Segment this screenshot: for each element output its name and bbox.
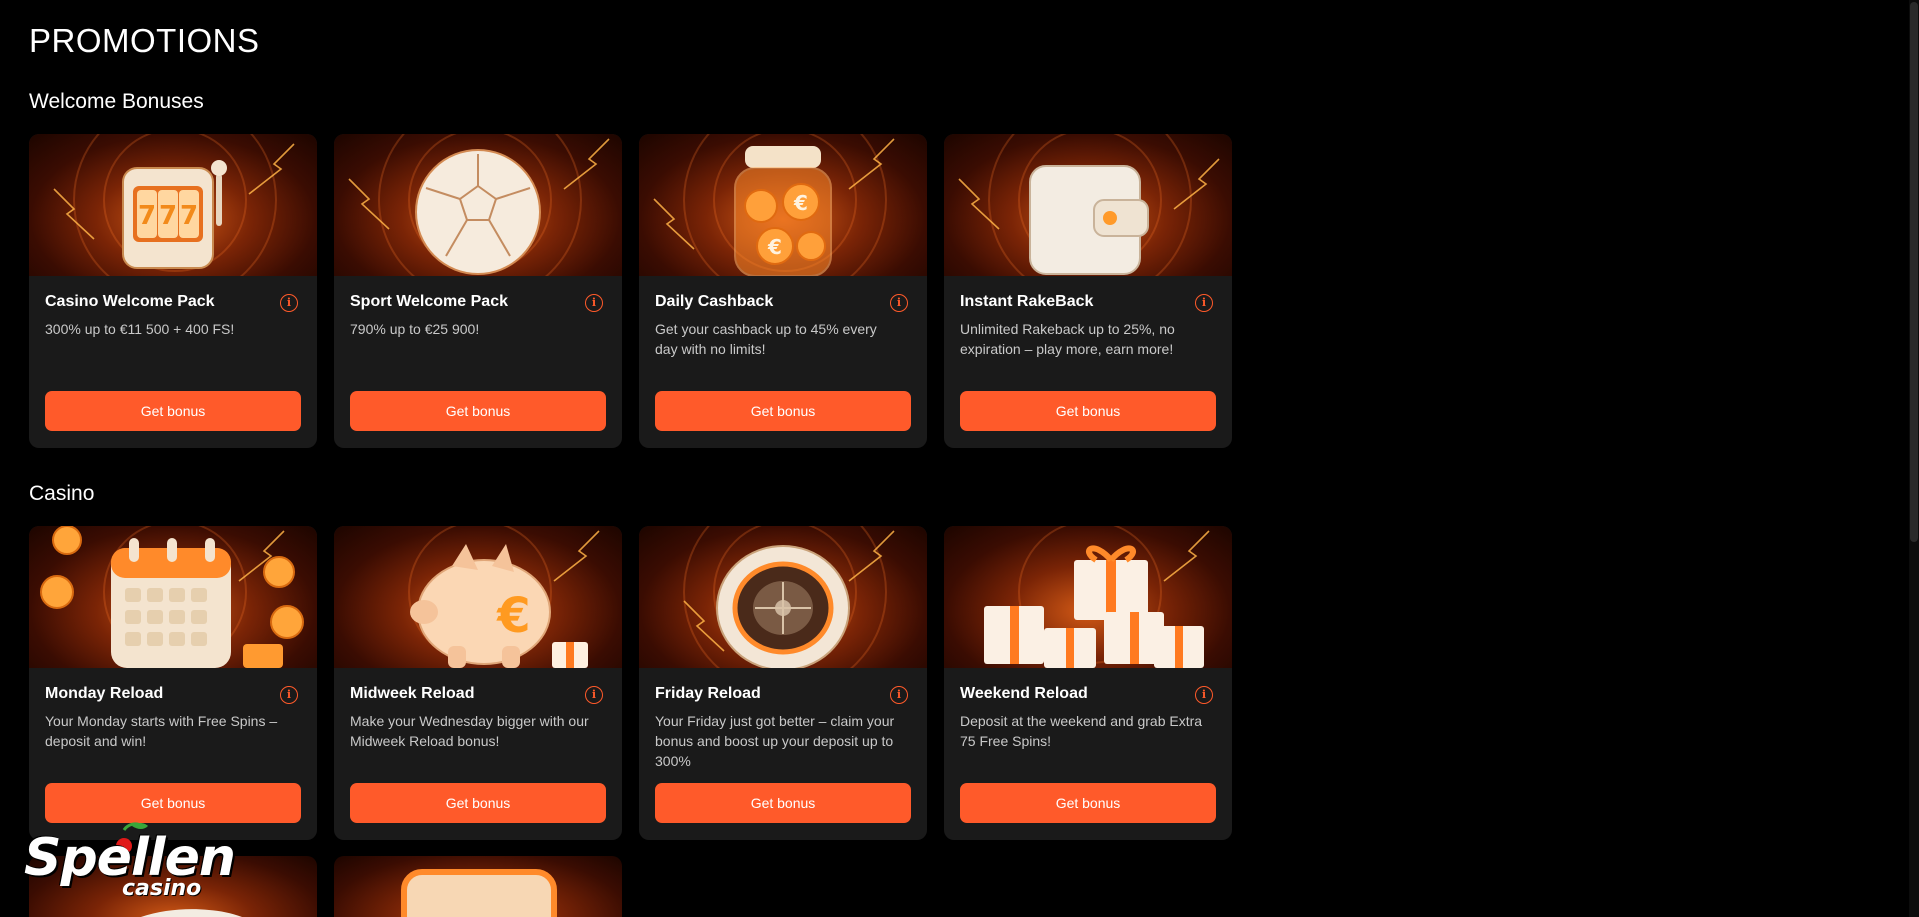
card-title: Friday Reload bbox=[655, 685, 761, 702]
svg-text:€: € bbox=[496, 588, 530, 644]
card-body: Monday Reload i Your Monday starts with … bbox=[29, 668, 317, 840]
piggy-bank-image: € bbox=[334, 526, 622, 668]
info-icon[interactable]: i bbox=[1195, 686, 1213, 704]
section-title-welcome-bonuses: Welcome Bonuses bbox=[29, 90, 204, 113]
card-description: Your Friday just got better – claim your… bbox=[655, 713, 895, 769]
roulette-wheel-image bbox=[639, 526, 927, 668]
calendar-coins-image bbox=[29, 526, 317, 668]
get-bonus-button[interactable]: Get bonus bbox=[655, 391, 911, 431]
promo-card: Friday Reload i Your Friday just got bet… bbox=[639, 526, 927, 840]
coin-jar-image: € € bbox=[639, 134, 927, 276]
gift-boxes-image bbox=[944, 526, 1232, 668]
scrollbar-thumb[interactable] bbox=[1910, 2, 1918, 542]
card-description: Your Monday starts with Free Spins – dep… bbox=[45, 713, 278, 749]
promo-card: € Midweek Reload i Make your Wednesday b… bbox=[334, 526, 622, 840]
svg-text:7: 7 bbox=[180, 201, 198, 231]
slot-machine-image: 7 7 7 bbox=[29, 134, 317, 276]
info-icon[interactable]: i bbox=[890, 294, 908, 312]
card-body: Weekend Reload i Deposit at the weekend … bbox=[944, 668, 1232, 840]
info-icon[interactable]: i bbox=[890, 686, 908, 704]
card-description: Unlimited Rakeback up to 25%, no expirat… bbox=[960, 321, 1175, 357]
card-title: Casino Welcome Pack bbox=[45, 293, 215, 310]
info-icon[interactable]: i bbox=[585, 686, 603, 704]
spellen-casino-logo: Spellen casino bbox=[24, 822, 236, 908]
card-title: Midweek Reload bbox=[350, 685, 475, 702]
card-description: Deposit at the weekend and grab Extra 75… bbox=[960, 713, 1203, 749]
card-description: Make your Wednesday bigger with our Midw… bbox=[350, 713, 589, 749]
page-scrollbar[interactable] bbox=[1909, 0, 1919, 917]
svg-text:7: 7 bbox=[159, 201, 177, 231]
card-body: Casino Welcome Pack i 300% up to €11 500… bbox=[29, 276, 317, 448]
get-bonus-button[interactable]: Get bonus bbox=[960, 391, 1216, 431]
section-title-casino: Casino bbox=[29, 482, 95, 505]
promotions-page: PROMOTIONS Welcome Bonuses 7 7 7 Casino … bbox=[0, 0, 1919, 917]
card-description: 790% up to €25 900! bbox=[350, 321, 480, 337]
promo-card: € € Daily Cashback i Get your cashback u… bbox=[639, 134, 927, 448]
get-bonus-button[interactable]: Get bonus bbox=[350, 783, 606, 823]
promo-card: Sport Welcome Pack i 790% up to €25 900!… bbox=[334, 134, 622, 448]
svg-text:7: 7 bbox=[138, 201, 156, 231]
card-body: Sport Welcome Pack i 790% up to €25 900!… bbox=[334, 276, 622, 448]
card-body: Daily Cashback i Get your cashback up to… bbox=[639, 276, 927, 448]
wallet-image bbox=[944, 134, 1232, 276]
info-icon[interactable]: i bbox=[585, 294, 603, 312]
info-icon[interactable]: i bbox=[1195, 294, 1213, 312]
svg-text:€: € bbox=[767, 235, 782, 259]
card-title: Monday Reload bbox=[45, 685, 164, 702]
card-body: Midweek Reload i Make your Wednesday big… bbox=[334, 668, 622, 840]
logo-subtitle: casino bbox=[122, 876, 202, 901]
svg-text:€: € bbox=[793, 191, 808, 215]
card-title: Sport Welcome Pack bbox=[350, 293, 508, 310]
promo-card: Weekend Reload i Deposit at the weekend … bbox=[944, 526, 1232, 840]
promo-card: Monday Reload i Your Monday starts with … bbox=[29, 526, 317, 840]
promo-card: 7 7 7 Casino Welcome Pack i 300% up to €… bbox=[29, 134, 317, 448]
get-bonus-button[interactable]: Get bonus bbox=[655, 783, 911, 823]
card-body: Instant RakeBack i Unlimited Rakeback up… bbox=[944, 276, 1232, 448]
get-bonus-button[interactable]: Get bonus bbox=[45, 391, 301, 431]
card-description: 300% up to €11 500 + 400 FS! bbox=[45, 321, 235, 337]
casino-grid: Monday Reload i Your Monday starts with … bbox=[29, 526, 1232, 840]
welcome-bonuses-grid: 7 7 7 Casino Welcome Pack i 300% up to €… bbox=[29, 134, 1232, 448]
page-title: PROMOTIONS bbox=[29, 22, 260, 59]
soccer-ball-image bbox=[334, 134, 622, 276]
card-description: Get your cashback up to 45% every day wi… bbox=[655, 321, 877, 357]
promo-card-partial bbox=[334, 856, 622, 917]
card-title: Instant RakeBack bbox=[960, 293, 1094, 310]
card-title: Daily Cashback bbox=[655, 293, 774, 310]
card-title: Weekend Reload bbox=[960, 685, 1088, 702]
get-bonus-button[interactable]: Get bonus bbox=[350, 391, 606, 431]
info-icon[interactable]: i bbox=[280, 294, 298, 312]
get-bonus-button[interactable]: Get bonus bbox=[960, 783, 1216, 823]
card-body: Friday Reload i Your Friday just got bet… bbox=[639, 668, 927, 840]
info-icon[interactable]: i bbox=[280, 686, 298, 704]
promo-card: Instant RakeBack i Unlimited Rakeback up… bbox=[944, 134, 1232, 448]
get-bonus-button[interactable]: Get bonus bbox=[45, 783, 301, 823]
